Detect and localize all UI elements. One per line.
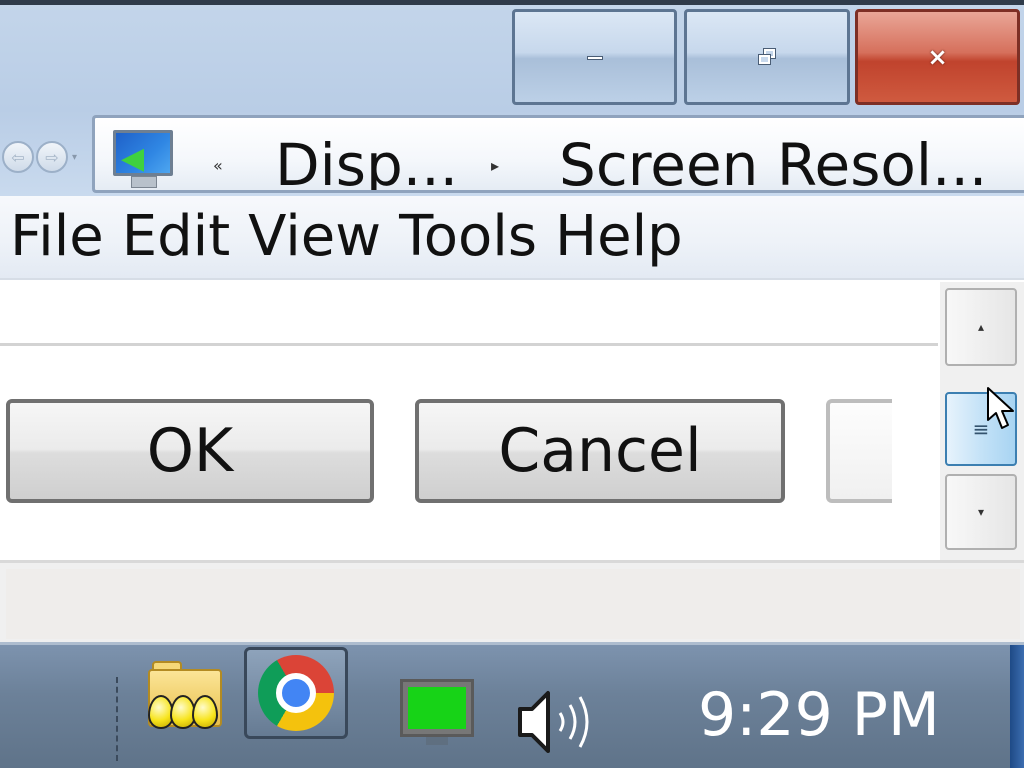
close-button[interactable]: ×	[855, 9, 1020, 105]
menu-edit[interactable]: Edit	[122, 209, 230, 265]
address-bar[interactable]: ◀ « Disp... ▸ Screen Resol...	[92, 115, 1024, 193]
cancel-button[interactable]: Cancel	[415, 399, 785, 503]
menu-help[interactable]: Help	[555, 209, 683, 265]
breadcrumb-overflow-icon[interactable]: «	[213, 158, 223, 174]
scroll-up-button[interactable]: ▴	[945, 288, 1017, 366]
taskbar-divider	[116, 677, 118, 761]
restore-icon	[758, 48, 776, 65]
chrome-icon	[258, 655, 334, 731]
scroll-down-button[interactable]: ▾	[945, 474, 1017, 550]
minimize-icon	[586, 56, 603, 60]
menu-view[interactable]: View	[248, 209, 381, 265]
recent-pages-dropdown-icon[interactable]: ▾	[72, 152, 77, 163]
menu-tools[interactable]: Tools	[399, 209, 537, 265]
taskbar: 9:29 PM	[0, 642, 1024, 768]
breadcrumb-display[interactable]: Disp...	[275, 132, 458, 190]
display-settings-icon: ◀	[109, 126, 179, 190]
monitor-icon[interactable]	[400, 679, 474, 749]
show-desktop-button[interactable]	[1010, 645, 1024, 768]
maximize-button[interactable]	[684, 9, 850, 105]
back-button[interactable]: ⇦	[2, 141, 34, 173]
breadcrumb-separator-icon[interactable]: ▸	[491, 158, 499, 174]
chrome-taskbar-button[interactable]	[244, 647, 348, 739]
minimize-button[interactable]	[512, 9, 677, 105]
title-bar: × ⇦ ⇨ ▾ ◀ « Disp... ▸ Screen Resol...	[0, 0, 1024, 196]
forward-button[interactable]: ⇨	[36, 141, 68, 173]
taskbar-clock[interactable]: 9:29 PM	[698, 679, 940, 751]
ok-button[interactable]: OK	[6, 399, 374, 503]
speaker-icon[interactable]	[514, 685, 604, 759]
apply-button-partial[interactable]	[826, 399, 892, 503]
folder-icon[interactable]	[148, 659, 226, 733]
status-bar	[0, 560, 1024, 642]
breadcrumb-screen-resolution[interactable]: Screen Resol...	[559, 132, 987, 190]
close-icon: ×	[927, 43, 948, 71]
menu-bar: File Edit View Tools Help	[0, 196, 1024, 280]
navigation-buttons: ⇦ ⇨ ▾	[2, 139, 77, 175]
separator-line	[0, 343, 938, 346]
mouse-cursor-icon	[987, 387, 1014, 429]
menu-file[interactable]: File	[10, 209, 104, 265]
